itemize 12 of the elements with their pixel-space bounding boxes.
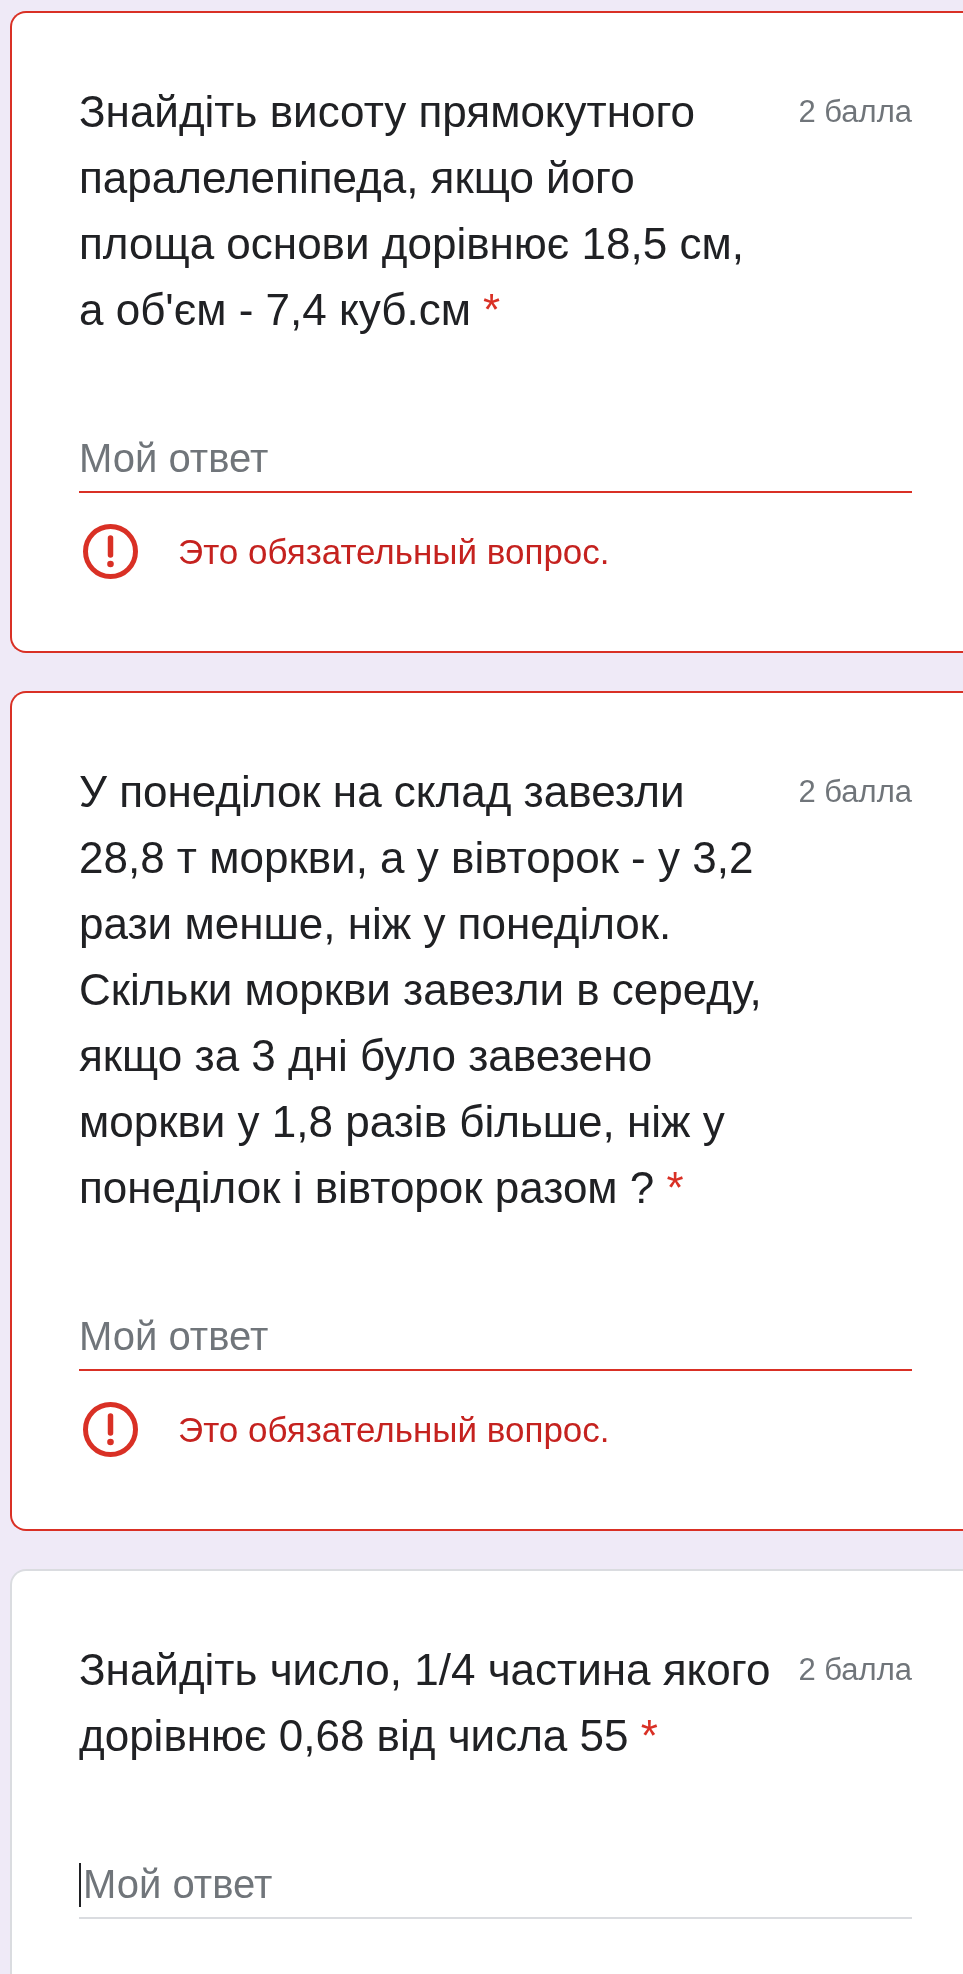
points-label: 2 балла bbox=[798, 93, 912, 131]
points-label: 2 балла bbox=[798, 773, 912, 811]
answer-field[interactable]: Мой ответ bbox=[79, 433, 912, 493]
error-message: Это обязательный вопрос. bbox=[178, 1409, 610, 1451]
answer-field[interactable]: Мой ответ bbox=[79, 1311, 912, 1371]
error-message: Это обязательный вопрос. bbox=[178, 531, 610, 573]
question-text: Знайдіть число, 1/4 частина якого дорівнює 0,68 від числа 55 * bbox=[79, 1644, 772, 1762]
points-label: 2 балла bbox=[798, 1651, 912, 1689]
question-text: У понеділок на склад завезли 28,8 т моркви, а у вівторок - у 3,2 рази менше, ніж у понеділок. Скільки моркви завезли в середу, якщо за 3 дні було завезено моркви у 1,8 разів більше, ніж у понеділок і вівторок разом ? * bbox=[79, 766, 763, 1214]
error-icon bbox=[83, 1402, 138, 1457]
error-icon bbox=[83, 524, 138, 579]
question-text: Знайдіть висоту прямокутного паралелепіпеда, якщо його площа основи дорівнює 18,5 см, а об'єм - 7,4 куб.см * bbox=[79, 86, 745, 336]
